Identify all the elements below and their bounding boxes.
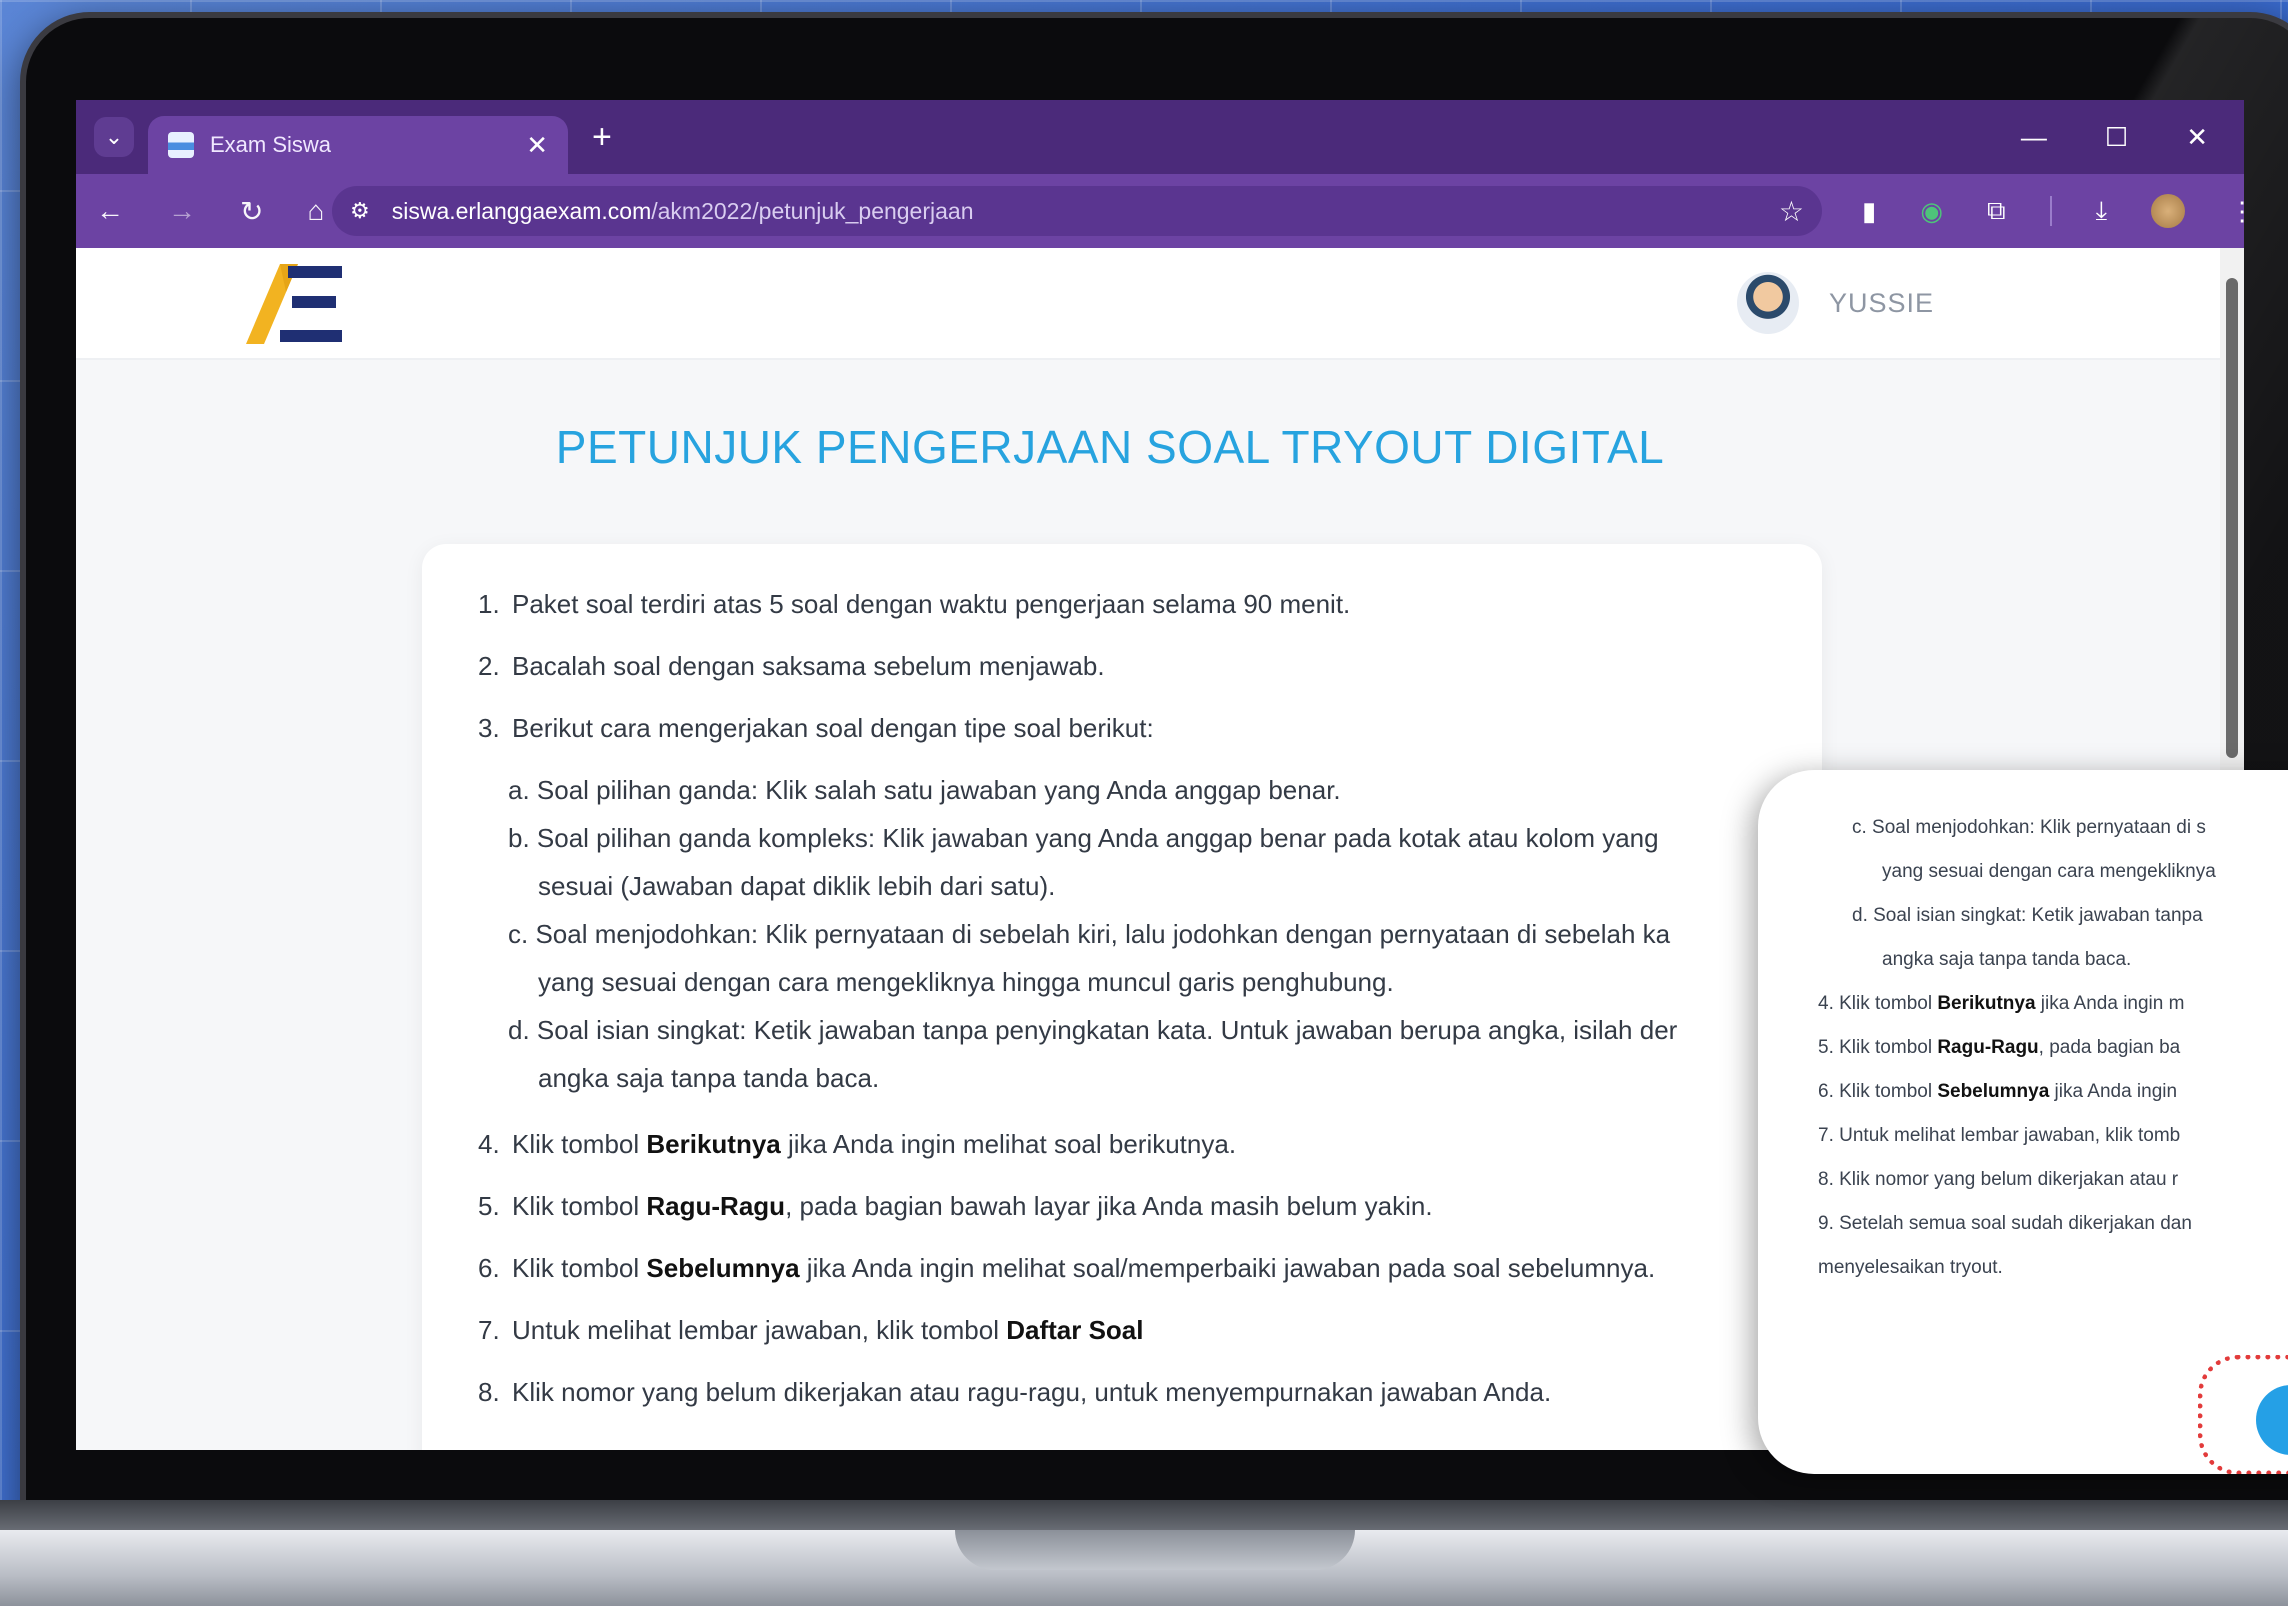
menu-kebab-icon[interactable]: ⋮ — [2229, 196, 2244, 227]
scrollbar-thumb[interactable] — [2226, 278, 2238, 758]
puzzle-extensions-icon[interactable]: ⧉ — [1987, 195, 2006, 227]
toolbar-separator — [2049, 196, 2052, 226]
zoom-line: angka saja tanpa tanda baca. — [1882, 949, 2132, 970]
sub-item: b. Soal pilihan ganda kompleks: Klik jaw… — [508, 823, 1659, 853]
zoom-line: yang sesuai dengan cara mengekliknya — [1882, 861, 2216, 882]
site-settings-icon[interactable]: ⚙ — [350, 198, 370, 224]
zoom-line: 7. Untuk melihat lembar jawaban, klik to… — [1818, 1125, 2181, 1146]
download-icon[interactable]: ⤓ — [2096, 195, 2108, 227]
zoom-line: c. Soal menjodohkan: Klik pernyataan di … — [1852, 817, 2206, 838]
forward-icon[interactable]: → — [168, 195, 196, 228]
instructions-list: 1. Paket soal terdiri atas 5 soal dengan … — [478, 584, 1792, 1412]
sub-item-cont: angka saja tanpa tanda baca. — [538, 1063, 880, 1093]
back-icon[interactable]: ← — [96, 195, 124, 228]
page-title: PETUNJUK PENGERJAAN SOAL TRYOUT DIGITAL — [555, 421, 1665, 473]
sub-item: a. Soal pilihan ganda: Klik salah satu j… — [508, 775, 1341, 805]
zoom-line: 4. Klik tombol Berikutnya jika Anda ingi… — [1818, 993, 2185, 1014]
close-tab-icon[interactable]: ✕ — [526, 130, 548, 161]
cut-line: ________________________________ — [1818, 796, 2288, 806]
close-window-icon[interactable]: ✕ — [2186, 122, 2208, 153]
username: YUSSIE — [1828, 287, 1934, 318]
bookmark-star-icon[interactable]: ☆ — [1779, 195, 1804, 228]
instruction-item: 8. Klik nomor yang belum dikerjakan atau … — [478, 1377, 1552, 1407]
minimize-icon[interactable]: — — [2021, 122, 2047, 153]
laptop-notch — [955, 1530, 1355, 1570]
zoom-line: 6. Klik tombol Sebelumnya jika Anda ingi… — [1818, 1081, 2178, 1102]
url-host: siswa.erlanggaexam.com — [391, 197, 652, 224]
eye-extension-icon[interactable]: ◉ — [1920, 196, 1943, 227]
tab-exam-siswa[interactable]: Exam Siswa ✕ — [148, 116, 568, 174]
question-type-list: a. Soal pilihan ganda: Klik salah satu j… — [508, 766, 1792, 1102]
tab-strip: ⌄ Exam Siswa ✕ + — ☐ ✕ — [76, 100, 2244, 174]
home-icon[interactable]: ⌂ — [307, 195, 324, 228]
instruction-item: 5. Klik tombol Ragu-Ragu, pada bagian baw… — [478, 1191, 1433, 1221]
instructions-card: 1. Paket soal terdiri atas 5 soal dengan … — [422, 544, 1822, 1450]
zoom-line: 5. Klik tombol Ragu-Ragu, pada bagian ba — [1818, 1037, 2181, 1058]
instruction-item: 7. Untuk melihat lembar jawaban, klik tom… — [478, 1315, 1144, 1345]
tab-title: Exam Siswa — [210, 132, 332, 157]
instruction-item: 6. Klik tombol Sebelumnya jika Anda ingin… — [478, 1253, 1656, 1283]
address-bar[interactable]: ⚙ siswa.erlanggaexam.com /akm2022/petunj… — [332, 186, 1822, 236]
new-tab-icon[interactable]: + — [592, 118, 612, 157]
maximize-icon[interactable]: ☐ — [2105, 122, 2128, 153]
nav-buttons: ← → ↻ ⌂ — [96, 195, 324, 228]
zoom-line: d. Soal isian singkat: Ketik jawaban tan… — [1852, 905, 2203, 926]
site-header: YUSSIE — [76, 248, 2244, 360]
tab-search-icon[interactable]: ⌄ — [94, 117, 134, 157]
zoomed-instructions-callout: ________________________________ c. Soal… — [1758, 770, 2288, 1474]
favicon-icon — [168, 132, 194, 158]
sub-item: d. Soal isian singkat: Ketik jawaban tan… — [508, 1015, 1678, 1045]
sub-item-cont: yang sesuai dengan cara mengekliknya hin… — [538, 967, 1394, 997]
zoom-line: 9. Setelah semua soal sudah dikerjakan d… — [1818, 1213, 2192, 1234]
laptop-hinge — [0, 1500, 2288, 1532]
reload-icon[interactable]: ↻ — [240, 195, 263, 228]
user-avatar — [1736, 272, 1799, 334]
extensions-area: ▮ ◉ ⧉ ⤓ ⋮ — [1862, 194, 2244, 228]
sub-item-cont: sesuai (Jawaban dapat diklik lebih dari … — [538, 871, 1056, 901]
window-controls: — ☐ ✕ — [2021, 122, 2226, 153]
zoom-line: menyelesaikan tryout. — [1818, 1257, 2003, 1278]
browser-toolbar: ← → ↻ ⌂ ⚙ siswa.erlanggaexam.com /akm202… — [76, 174, 2244, 248]
instruction-item: 1. Paket soal terdiri atas 5 soal dengan … — [478, 589, 1351, 619]
user-menu[interactable]: YUSSIE — [1736, 272, 1934, 334]
url-path: /akm2022/petunjuk_pengerjaan — [651, 197, 974, 224]
erlangga-logo[interactable] — [246, 258, 342, 348]
instruction-item: 2. Bacalah soal dengan saksama sebelum me… — [478, 651, 1105, 681]
zoom-line: 8. Klik nomor yang belum dikerjakan atau… — [1818, 1169, 2179, 1190]
instruction-item: 4. Klik tombol Berikutnya jika Anda ingin… — [478, 1129, 1237, 1159]
sub-item: c. Soal menjodohkan: Klik pernyataan di … — [508, 919, 1671, 949]
instruction-item: 3. Berikut cara mengerjakan soal dengan t… — [478, 708, 1792, 1102]
profile-avatar-icon[interactable] — [2151, 194, 2186, 228]
document-extension-icon[interactable]: ▮ — [1862, 196, 1876, 227]
